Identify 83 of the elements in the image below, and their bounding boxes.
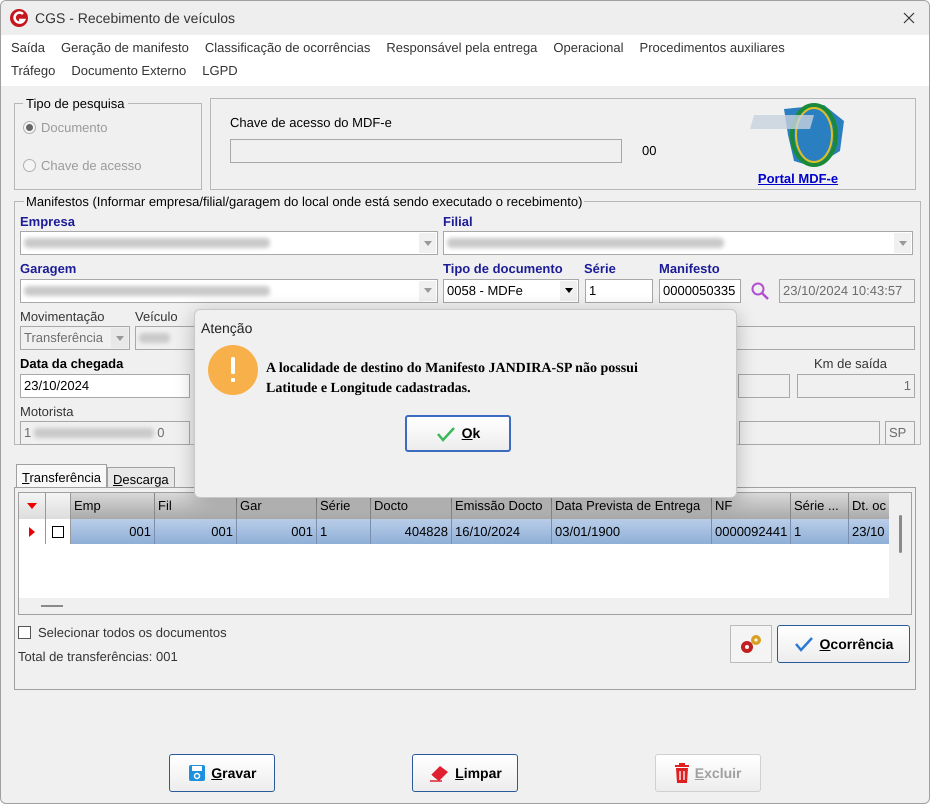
- check-icon: [436, 426, 456, 442]
- sort-arrow-icon: [27, 503, 37, 509]
- search-icon[interactable]: [750, 280, 770, 300]
- check-icon: [794, 636, 814, 652]
- series-field[interactable]: 1: [585, 278, 653, 302]
- document-type-select[interactable]: 0058 - MDFe: [443, 278, 579, 302]
- table-cell: 16/10/2024: [452, 519, 552, 544]
- column-header[interactable]: Fil: [155, 493, 237, 519]
- occurrence-button[interactable]: Ocorrência: [777, 625, 910, 663]
- menu-item[interactable]: Saída: [11, 38, 45, 61]
- horizontal-scrollbar[interactable]: [19, 598, 889, 614]
- field-label: Tipo de documento: [443, 260, 564, 278]
- route-field[interactable]: [735, 326, 915, 350]
- field-label: Motorista: [20, 402, 74, 420]
- dialog-title: Atenção: [200, 319, 254, 338]
- gears-button[interactable]: [730, 625, 772, 663]
- warning-icon: [208, 345, 258, 395]
- table-cell: 001: [155, 519, 237, 544]
- menu-item[interactable]: Documento Externo: [71, 61, 186, 84]
- field-label: Km de saída: [814, 355, 887, 373]
- app-logo-icon: [9, 8, 29, 28]
- field-label: Movimentação: [20, 308, 106, 326]
- total-label: Total de transferências: 001: [18, 648, 179, 666]
- column-header[interactable]: NF: [712, 493, 791, 519]
- manifest-field[interactable]: 0000050335: [659, 278, 741, 302]
- vertical-scrollbar[interactable]: [889, 493, 911, 614]
- clear-button[interactable]: Limpar: [412, 754, 518, 792]
- gears-icon: [739, 633, 763, 655]
- field-label: Chave de acesso do MDF-e: [230, 114, 393, 132]
- close-icon[interactable]: [903, 12, 915, 24]
- manifest-date-field[interactable]: 23/10/2024 10:43:57: [779, 278, 915, 302]
- access-key-field[interactable]: [230, 138, 622, 162]
- menu-item[interactable]: Geração de manifesto: [60, 38, 189, 61]
- tab[interactable]: Descarga: [107, 467, 175, 487]
- menu-item[interactable]: Classificação de ocorrências: [204, 38, 370, 61]
- table-cell: 001: [71, 519, 155, 544]
- group-title: Tipo de pesquisa: [25, 95, 126, 113]
- field-label: Filial: [443, 212, 473, 230]
- departure-km-field[interactable]: 1: [797, 374, 915, 398]
- driver-field[interactable]: 1 0: [20, 421, 190, 445]
- arrival-km-field[interactable]: [738, 374, 790, 398]
- arrival-date-field[interactable]: 23/10/2024: [20, 374, 190, 398]
- ok-button[interactable]: Ok: [405, 415, 511, 452]
- field-label: Data da chegada: [20, 355, 124, 373]
- column-header[interactable]: Dt. oc: [849, 493, 891, 519]
- city-field[interactable]: [739, 421, 880, 445]
- state-field[interactable]: SP: [885, 421, 915, 445]
- branch-select[interactable]: [443, 231, 913, 255]
- eraser-icon: [428, 764, 450, 782]
- menu-item[interactable]: Procedimentos auxiliares: [640, 38, 785, 61]
- column-header[interactable]: Emp: [71, 493, 155, 519]
- dialog-message: A localidade de destino do Manifesto JANDIRA-SP não possui Latitude e Longitude cadastradas.: [266, 360, 639, 398]
- menu-item[interactable]: Operacional: [553, 38, 624, 61]
- table-cell: 0000092441: [712, 519, 791, 544]
- table-cell: 001: [237, 519, 317, 544]
- table-cell: 1: [791, 519, 849, 544]
- digit-count: 00: [642, 142, 656, 160]
- vehicle-field[interactable]: [135, 326, 195, 350]
- field-label: Série: [584, 260, 617, 278]
- table-cell: 03/01/1900: [552, 519, 712, 544]
- menu-item[interactable]: Responsável pela entrega: [386, 38, 538, 61]
- tab[interactable]: Transferência: [16, 464, 108, 487]
- field-label: Empresa: [20, 212, 76, 231]
- field-label: Manifesto: [659, 260, 720, 278]
- portal-link[interactable]: Portal MDF-e: [758, 169, 838, 188]
- column-header[interactable]: Série ...: [791, 493, 849, 519]
- movement-select[interactable]: Transferência: [20, 326, 130, 350]
- save-button[interactable]: Gravar: [169, 754, 276, 792]
- redacted-bar: [139, 333, 170, 343]
- garage-select[interactable]: [20, 278, 438, 302]
- group-title: Manifestos (Informar empresa/filial/garagem do local onde está sendo executado o recebimento): [25, 193, 584, 211]
- menu-item[interactable]: LGPD: [202, 61, 238, 84]
- field-label: Garagem: [20, 260, 78, 278]
- trash-icon: [674, 763, 690, 783]
- table-cell: 1: [317, 519, 371, 544]
- menu-item[interactable]: Tráfego: [11, 61, 56, 84]
- select-all-checkbox[interactable]: Selecionar todos os documentos: [18, 623, 730, 642]
- row-pointer-icon: [29, 526, 35, 536]
- window-title: CGS - Recebimento de veículos: [35, 8, 235, 28]
- company-select[interactable]: [20, 231, 438, 255]
- table-cell: 404828: [371, 519, 452, 544]
- field-label: Veículo: [135, 308, 178, 326]
- row-checkbox[interactable]: [52, 526, 64, 538]
